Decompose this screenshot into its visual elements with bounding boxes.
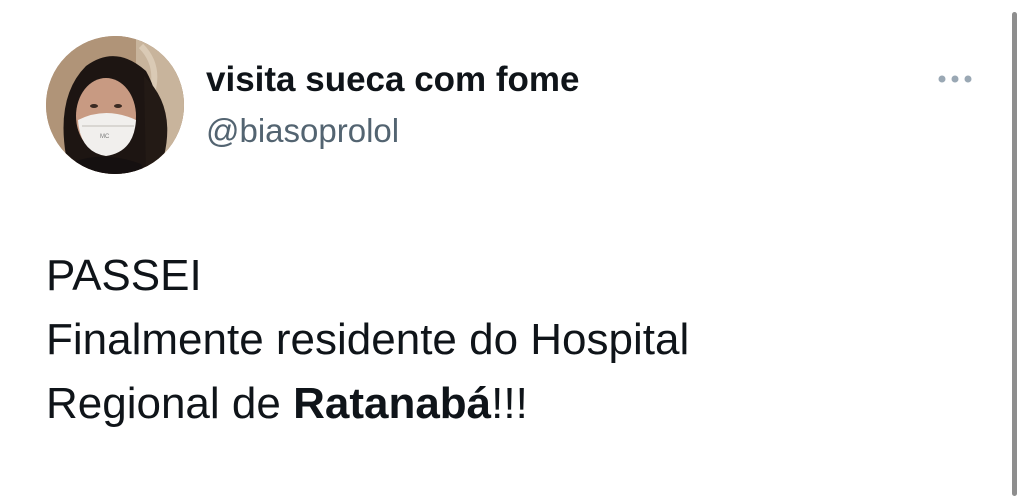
svg-text:MC: MC: [100, 134, 110, 140]
display-name[interactable]: visita sueca com fome: [206, 60, 580, 100]
avatar[interactable]: MC: [46, 36, 184, 174]
tweet-text: PASSEI Finalmente residente do Hospital …: [46, 244, 689, 436]
more-horizontal-icon: [938, 75, 972, 83]
tweet-line-3: Regional de Ratanabá!!!: [46, 372, 689, 436]
tweet-line-3-prefix: Regional de: [46, 379, 294, 428]
tweet: MC visita sueca com fome @biasoprolol PA…: [0, 0, 1010, 496]
tweet-line-2: Finalmente residente do Hospital: [46, 315, 690, 364]
tweet-line-3-suffix: !!!: [491, 379, 528, 428]
tweet-line-1: PASSEI: [46, 251, 202, 300]
tweet-line-3-bold: Ratanabá: [293, 379, 492, 428]
user-handle[interactable]: @biasoprolol: [206, 112, 399, 150]
more-options-button[interactable]: [930, 62, 980, 96]
profile-photo: MC: [46, 36, 184, 174]
scrollbar[interactable]: [1012, 12, 1017, 496]
